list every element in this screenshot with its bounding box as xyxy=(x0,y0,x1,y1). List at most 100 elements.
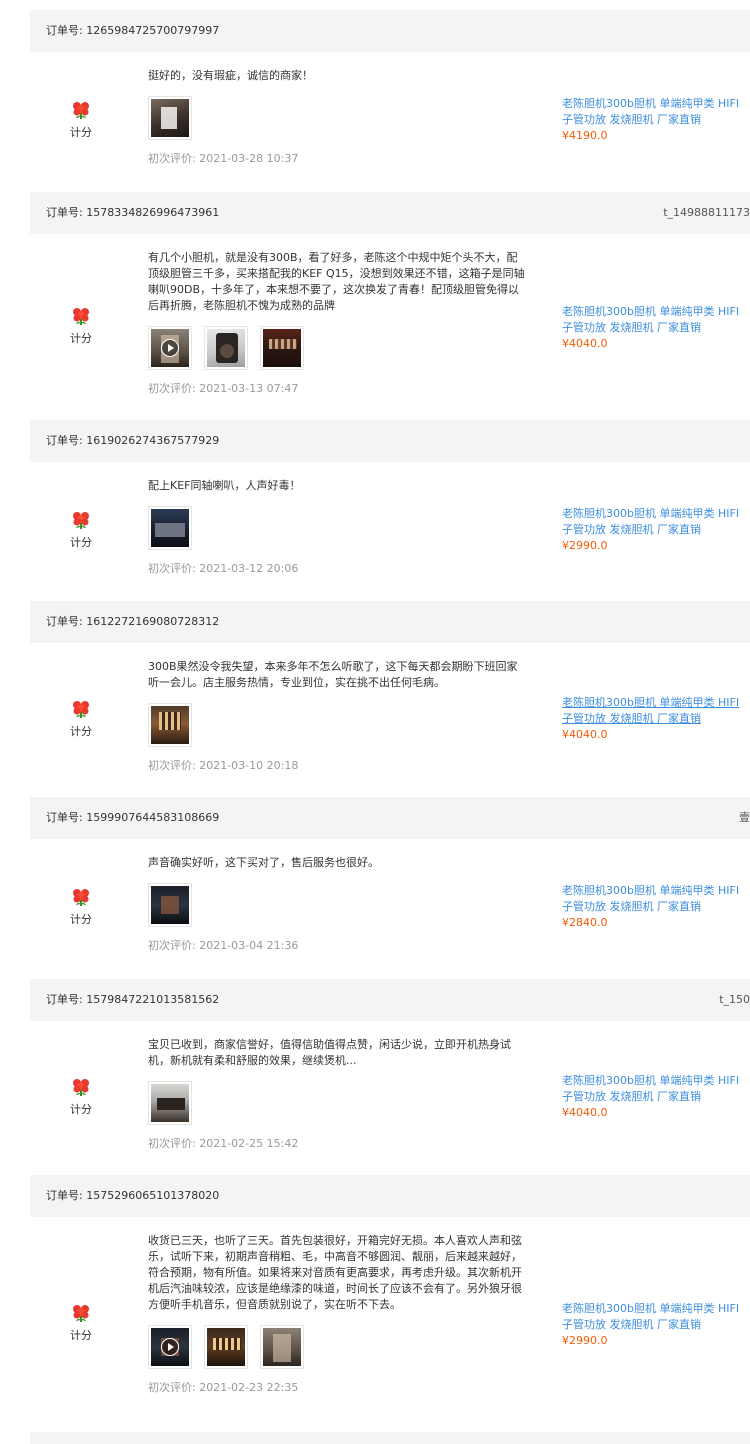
rating: 计分 xyxy=(66,306,96,346)
order-number: 订单号: 1575296065101378020 xyxy=(46,1189,220,1202)
review-text: 配上KEF同轴喇叭，人声好毒！ xyxy=(148,479,301,492)
rating: 计分 xyxy=(66,510,96,550)
review-text: 宝贝已收到，商家信誉好，值得信助值得点赞，闲话少说，立即开机热身试机，新机就有柔… xyxy=(148,1038,511,1067)
review-content: 声音确实好听，这下买对了，售后服务也很好。 初次评价: 2021-03-04 2… xyxy=(148,855,528,953)
product-link[interactable]: 老陈胆机300b胆机 单端纯甲类 HIFI 子管功放 发烧胆机 厂家直销 xyxy=(562,695,750,727)
rating: 计分 xyxy=(66,887,96,927)
order-header: 订单号: 1578334826996473961 t_14988811173 xyxy=(30,192,750,234)
review-date: 初次评价: 2021-03-04 21:36 xyxy=(148,939,299,952)
photo-thumbnail[interactable] xyxy=(204,1325,248,1369)
flower-icon xyxy=(73,1079,89,1096)
review-date: 初次评价: 2021-02-25 15:42 xyxy=(148,1137,299,1150)
photo-thumbnail[interactable] xyxy=(148,96,192,140)
review-text: 收货已三天，也听了三天。首先包装很好，开箱完好无损。本人喜欢人声和弦乐，试听下来… xyxy=(148,1234,522,1311)
order-header: 订单号: 1575296065101378020 xyxy=(30,1175,750,1217)
product-info: 老陈胆机300b胆机 单端纯甲类 HIFI 子管功放 发烧胆机 厂家直销 ¥284… xyxy=(562,883,750,931)
review-body: 计分 配上KEF同轴喇叭，人声好毒！ 初次评价: 2021-03-12 20:0… xyxy=(30,462,750,602)
product-info: 老陈胆机300b胆机 单端纯甲类 HIFI 子管功放 发烧胆机 厂家直销 ¥299… xyxy=(562,506,750,554)
rating: 计分 xyxy=(66,1077,96,1117)
product-info: 老陈胆机300b胆机 单端纯甲类 HIFI 子管功放 发烧胆机 厂家直销 ¥419… xyxy=(562,96,750,144)
flower-icon xyxy=(73,1305,89,1322)
photo-thumbnail[interactable] xyxy=(148,1081,192,1125)
image-thumbnails xyxy=(148,506,528,550)
order-header: 订单号: 1612272169080728312 xyxy=(30,601,750,643)
video-thumbnail[interactable] xyxy=(148,1325,192,1369)
product-price: ¥4040.0 xyxy=(562,728,608,741)
rating: 计分 xyxy=(66,100,96,140)
product-info: 老陈胆机300b胆机 单端纯甲类 HIFI 子管功放 发烧胆机 厂家直销 ¥404… xyxy=(562,1073,750,1121)
review-text: 挺好的，没有瑕疵，诚信的商家！ xyxy=(148,69,313,82)
play-icon xyxy=(161,1338,179,1356)
review-body: 计分 300B果然没令我失望，本来多年不怎么听歌了，这下每天都会期盼下班回家听一… xyxy=(30,643,750,797)
order-header: 订单号: 1579847221013581562 t_150 xyxy=(30,979,750,1021)
review-body: 计分 收货已三天，也听了三天。首先包装很好，开箱完好无损。本人喜欢人声和弦乐，试… xyxy=(30,1217,750,1432)
rating: 计分 xyxy=(66,699,96,739)
review-date: 初次评价: 2021-03-28 10:37 xyxy=(148,152,299,165)
product-link[interactable]: 老陈胆机300b胆机 单端纯甲类 HIFI 子管功放 发烧胆机 厂家直销 xyxy=(562,1301,750,1333)
product-price: ¥2840.0 xyxy=(562,916,608,929)
rating: 计分 xyxy=(66,1303,96,1343)
review-date: 初次评价: 2021-03-10 20:18 xyxy=(148,759,299,772)
product-link[interactable]: 老陈胆机300b胆机 单端纯甲类 HIFI 子管功放 发烧胆机 厂家直销 xyxy=(562,506,750,538)
product-link[interactable]: 老陈胆机300b胆机 单端纯甲类 HIFI 子管功放 发烧胆机 厂家直销 xyxy=(562,96,750,128)
score-label: 计分 xyxy=(70,536,92,549)
play-icon xyxy=(161,339,179,357)
flower-icon xyxy=(73,512,89,529)
next-order-header xyxy=(30,1432,750,1444)
photo-thumbnail[interactable] xyxy=(260,326,304,370)
buyer-name: t_14988811173 xyxy=(663,206,750,219)
photo-thumbnail[interactable] xyxy=(148,506,192,550)
image-thumbnails xyxy=(148,883,528,927)
buyer-name: t_150 xyxy=(719,993,750,1006)
review-date: 初次评价: 2021-03-12 20:06 xyxy=(148,562,299,575)
image-thumbnails xyxy=(148,96,528,140)
score-label: 计分 xyxy=(70,332,92,345)
flower-icon xyxy=(73,701,89,718)
review-date: 初次评价: 2021-02-23 22:35 xyxy=(148,1381,299,1394)
order-number: 订单号: 1265984725700797997 xyxy=(46,24,220,37)
buyer-name: 壹 xyxy=(739,811,750,824)
photo-thumbnail[interactable] xyxy=(204,326,248,370)
review-date: 初次评价: 2021-03-13 07:47 xyxy=(148,382,299,395)
product-link[interactable]: 老陈胆机300b胆机 单端纯甲类 HIFI 子管功放 发烧胆机 厂家直销 xyxy=(562,304,750,336)
review-body: 计分 有几个小胆机，就是没有300B，看了好多，老陈这个中规中矩个头不大，配顶级… xyxy=(30,234,750,420)
review-body: 计分 宝贝已收到，商家信誉好，值得信助值得点赞，闲话少说，立即开机热身试机，新机… xyxy=(30,1021,750,1175)
score-label: 计分 xyxy=(70,913,92,926)
image-thumbnails xyxy=(148,703,528,747)
photo-thumbnail[interactable] xyxy=(148,883,192,927)
product-info: 老陈胆机300b胆机 单端纯甲类 HIFI 子管功放 发烧胆机 厂家直销 ¥299… xyxy=(562,1301,750,1349)
order-number: 订单号: 1578334826996473961 xyxy=(46,206,220,219)
product-link[interactable]: 老陈胆机300b胆机 单端纯甲类 HIFI 子管功放 发烧胆机 厂家直销 xyxy=(562,1073,750,1105)
review-content: 挺好的，没有瑕疵，诚信的商家！ 初次评价: 2021-03-28 10:37 xyxy=(148,68,528,166)
score-label: 计分 xyxy=(70,126,92,139)
photo-thumbnail[interactable] xyxy=(148,703,192,747)
score-label: 计分 xyxy=(70,725,92,738)
product-link[interactable]: 老陈胆机300b胆机 单端纯甲类 HIFI 子管功放 发烧胆机 厂家直销 xyxy=(562,883,750,915)
order-header: 订单号: 1265984725700797997 xyxy=(30,10,750,52)
image-thumbnails xyxy=(148,1325,528,1369)
product-info: 老陈胆机300b胆机 单端纯甲类 HIFI 子管功放 发烧胆机 厂家直销 ¥404… xyxy=(562,304,750,352)
image-thumbnails xyxy=(148,1081,528,1125)
video-thumbnail[interactable] xyxy=(148,326,192,370)
review-text: 声音确实好听，这下买对了，售后服务也很好。 xyxy=(148,856,379,869)
product-price: ¥2990.0 xyxy=(562,1334,608,1347)
review-body: 计分 挺好的，没有瑕疵，诚信的商家！ 初次评价: 2021-03-28 10:3… xyxy=(30,52,750,192)
photo-thumbnail[interactable] xyxy=(260,1325,304,1369)
product-price: ¥4040.0 xyxy=(562,1106,608,1119)
review-content: 配上KEF同轴喇叭，人声好毒！ 初次评价: 2021-03-12 20:06 xyxy=(148,478,528,576)
score-label: 计分 xyxy=(70,1329,92,1342)
review-text: 有几个小胆机，就是没有300B，看了好多，老陈这个中规中矩个头不大，配顶级胆管三… xyxy=(148,251,525,312)
order-number: 订单号: 1599907644583108669 xyxy=(46,811,220,824)
product-price: ¥2990.0 xyxy=(562,539,608,552)
order-number: 订单号: 1579847221013581562 xyxy=(46,993,220,1006)
image-thumbnails xyxy=(148,326,528,370)
product-price: ¥4190.0 xyxy=(562,129,608,142)
review-content: 有几个小胆机，就是没有300B，看了好多，老陈这个中规中矩个头不大，配顶级胆管三… xyxy=(148,250,528,396)
product-price: ¥4040.0 xyxy=(562,337,608,350)
order-header: 订单号: 1619026274367577929 xyxy=(30,420,750,462)
review-content: 收货已三天，也听了三天。首先包装很好，开箱完好无损。本人喜欢人声和弦乐，试听下来… xyxy=(148,1233,528,1395)
order-number: 订单号: 1612272169080728312 xyxy=(46,615,220,628)
review-text: 300B果然没令我失望，本来多年不怎么听歌了，这下每天都会期盼下班回家听一会儿。… xyxy=(148,660,518,689)
flower-icon xyxy=(73,308,89,325)
product-info: 老陈胆机300b胆机 单端纯甲类 HIFI 子管功放 发烧胆机 厂家直销 ¥404… xyxy=(562,695,750,743)
